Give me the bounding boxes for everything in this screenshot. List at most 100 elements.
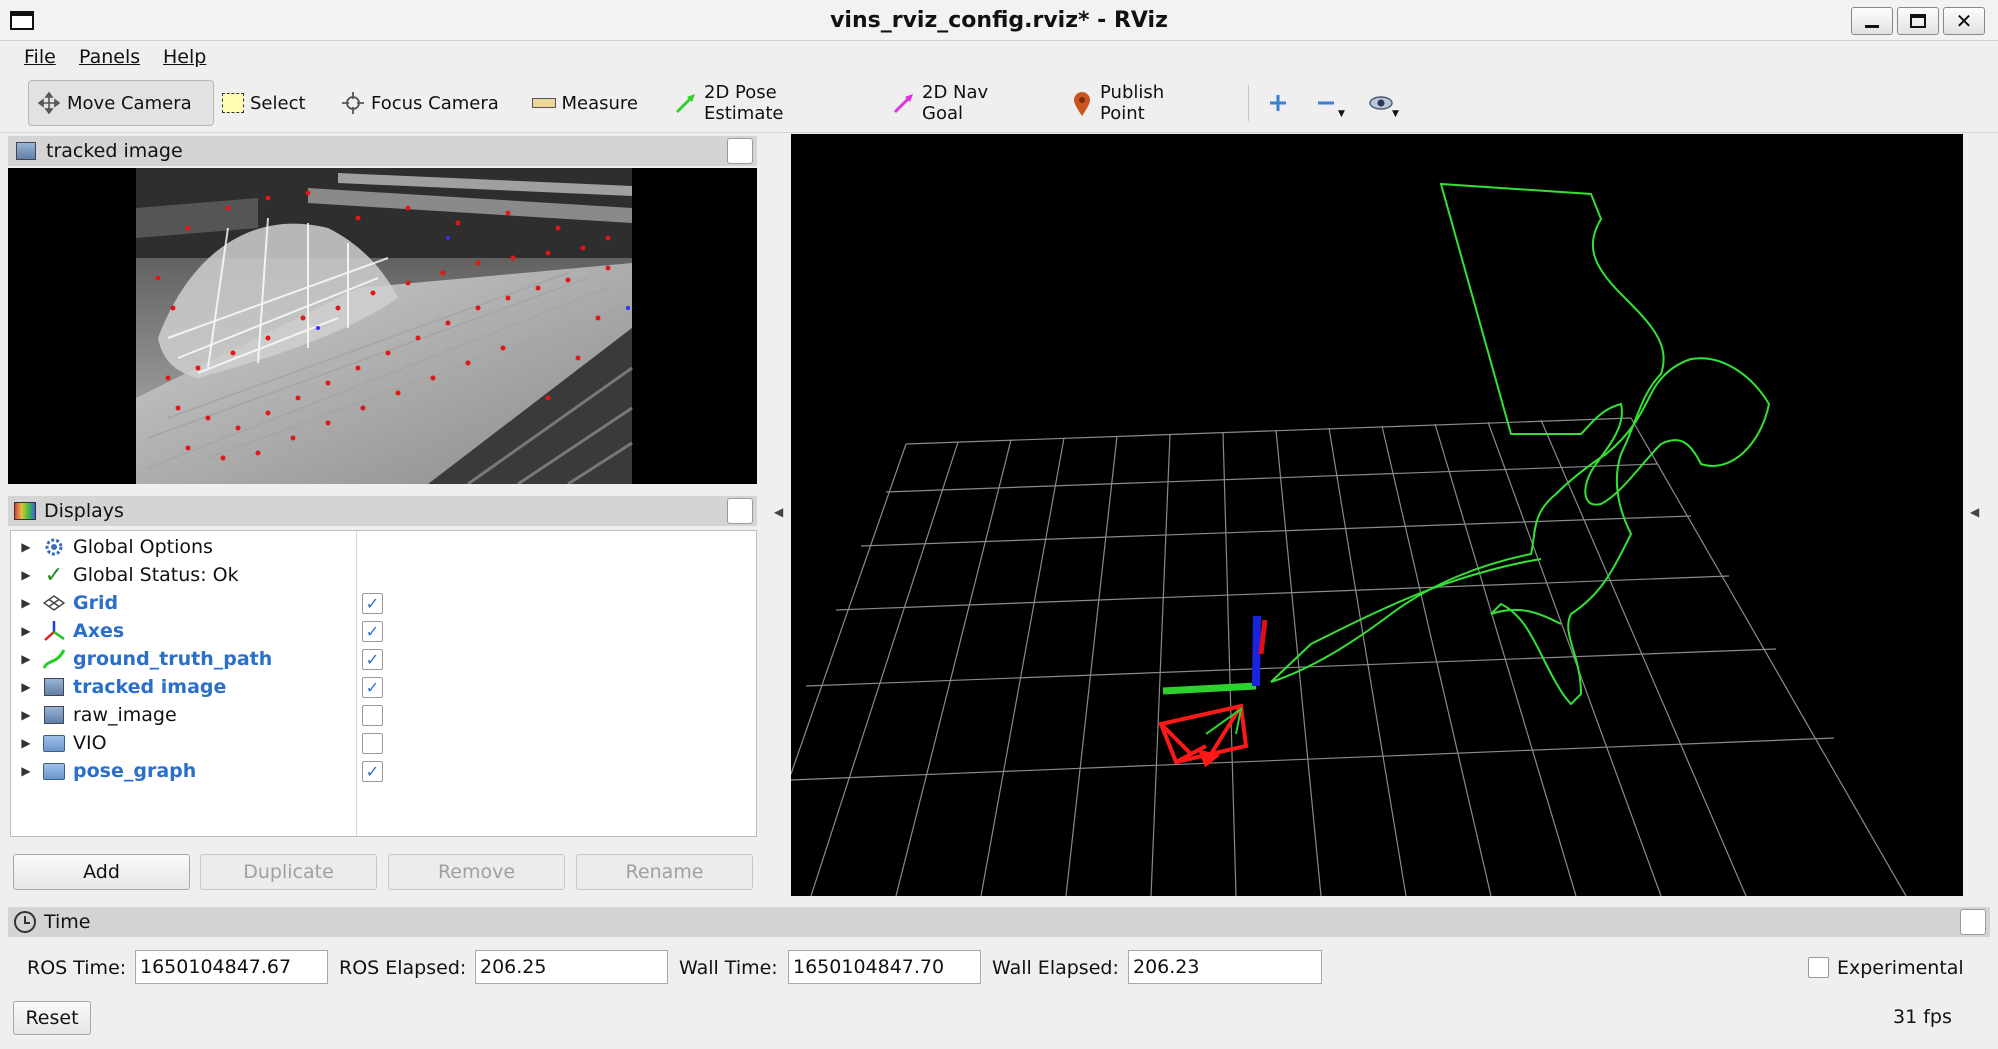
toolbar-separator bbox=[1248, 85, 1249, 121]
gear-icon bbox=[41, 535, 67, 559]
remove-tool-button[interactable]: ▼ bbox=[1310, 80, 1352, 126]
add-tool-button[interactable] bbox=[1262, 80, 1294, 126]
scene-3d bbox=[790, 182, 1907, 897]
remove-tool-icon bbox=[1314, 91, 1338, 115]
wall-elapsed-label: Wall Elapsed: bbox=[992, 957, 1119, 979]
tree-item-vio[interactable]: ▶ VIO bbox=[11, 729, 356, 757]
remove-button[interactable]: Remove bbox=[388, 854, 565, 890]
tool-focus-camera[interactable]: Focus Camera bbox=[333, 80, 508, 126]
tree-item-tracked-image[interactable]: ▶ tracked image bbox=[11, 673, 356, 701]
image-icon bbox=[41, 703, 67, 727]
expand-arrow-icon[interactable]: ▶ bbox=[11, 736, 41, 750]
ros-elapsed-field[interactable]: 206.25 bbox=[475, 950, 668, 984]
select-icon bbox=[222, 93, 244, 113]
tool-publish-point[interactable]: Publish Point bbox=[1062, 80, 1220, 126]
fps-label: 31 fps bbox=[1893, 1006, 1952, 1028]
panel-header: Time bbox=[8, 907, 1990, 937]
add-button[interactable]: Add bbox=[13, 854, 190, 890]
window-title: vins_rviz_config.rviz* - RViz bbox=[830, 8, 1168, 33]
pose-graph-checkbox[interactable]: ✓ bbox=[362, 761, 383, 782]
expand-arrow-icon[interactable]: ▶ bbox=[11, 708, 41, 722]
tool-move-camera[interactable]: Move Camera bbox=[28, 80, 214, 126]
wall-time-field[interactable]: 1650104847.70 bbox=[788, 950, 981, 984]
grid-checkbox[interactable]: ✓ bbox=[362, 593, 383, 614]
panel-undock-button[interactable] bbox=[727, 138, 753, 164]
expand-arrow-icon[interactable]: ▶ bbox=[11, 624, 41, 638]
chevron-down-icon: ▼ bbox=[1338, 109, 1345, 119]
experimental-label: Experimental bbox=[1837, 957, 1964, 979]
panel-header: Displays bbox=[8, 496, 757, 526]
minimize-icon bbox=[1865, 24, 1879, 28]
tree-item-raw-image[interactable]: ▶ raw_image bbox=[11, 701, 356, 729]
experimental-checkbox[interactable] bbox=[1808, 957, 1829, 978]
panel-title: Displays bbox=[44, 500, 124, 522]
toolbar: Move Camera Select Focus Camera Measure … bbox=[0, 73, 1998, 133]
duplicate-button[interactable]: Duplicate bbox=[200, 854, 377, 890]
tracked-image bbox=[136, 168, 633, 484]
wall-elapsed-field[interactable]: 206.23 bbox=[1128, 950, 1322, 984]
tool-select[interactable]: Select bbox=[214, 80, 314, 126]
wall-time-label: Wall Time: bbox=[679, 957, 778, 979]
raw-image-checkbox[interactable] bbox=[362, 705, 383, 726]
ros-time-field[interactable]: 1650104847.67 bbox=[135, 950, 328, 984]
menu-file[interactable]: File bbox=[24, 41, 56, 73]
publish-point-icon bbox=[1070, 91, 1094, 116]
panel-header: tracked image bbox=[8, 136, 757, 166]
column-divider bbox=[356, 531, 357, 836]
tree-item-ground-truth-path[interactable]: ▶ ground_truth_path bbox=[11, 645, 356, 673]
menu-panels[interactable]: Panels bbox=[79, 41, 140, 73]
tree-item-grid[interactable]: ▶ Grid bbox=[11, 589, 356, 617]
displays-tree: ▶ Global Options ▶ ✓ Global Status: Ok ▶… bbox=[10, 530, 757, 837]
tracked-image-view bbox=[8, 168, 757, 484]
panel-undock-button[interactable] bbox=[727, 498, 753, 524]
collapse-left-icon[interactable]: ◀ bbox=[774, 505, 783, 519]
menu-bar: File Panels Help bbox=[0, 41, 1998, 73]
folder-icon bbox=[41, 759, 67, 783]
minimize-button[interactable] bbox=[1851, 7, 1893, 35]
clock-icon bbox=[14, 911, 36, 933]
tree-item-axes[interactable]: ▶ Axes bbox=[11, 617, 356, 645]
expand-arrow-icon[interactable]: ▶ bbox=[11, 568, 41, 582]
ground-truth-path bbox=[1270, 182, 1771, 706]
tree-item-pose-graph[interactable]: ▶ pose_graph bbox=[11, 757, 356, 785]
view-button[interactable]: ▼ bbox=[1364, 80, 1410, 126]
ros-time-label: ROS Time: bbox=[27, 957, 127, 979]
panel-undock-button[interactable] bbox=[1960, 909, 1986, 935]
expand-arrow-icon[interactable]: ▶ bbox=[11, 764, 41, 778]
collapse-right-icon[interactable]: ◀ bbox=[1970, 505, 1979, 519]
tracked-image-checkbox[interactable]: ✓ bbox=[362, 677, 383, 698]
close-button[interactable]: ✕ bbox=[1943, 7, 1985, 35]
expand-arrow-icon[interactable]: ▶ bbox=[11, 540, 41, 554]
folder-icon bbox=[41, 731, 67, 755]
menu-help[interactable]: Help bbox=[163, 41, 206, 73]
rename-button[interactable]: Rename bbox=[576, 854, 753, 890]
image-icon bbox=[41, 675, 67, 699]
title-bar: vins_rviz_config.rviz* - RViz ✕ bbox=[0, 0, 1998, 41]
vio-checkbox[interactable] bbox=[362, 733, 383, 754]
tree-item-global-options[interactable]: ▶ Global Options bbox=[11, 533, 356, 561]
render-view-3d[interactable] bbox=[790, 134, 1963, 897]
panel-title: tracked image bbox=[46, 140, 183, 162]
checkmark-icon: ✓ bbox=[44, 562, 64, 588]
tool-measure[interactable]: Measure bbox=[524, 80, 646, 126]
tree-item-global-status[interactable]: ▶ ✓ Global Status: Ok bbox=[11, 561, 356, 589]
maximize-button[interactable] bbox=[1897, 7, 1939, 35]
expand-arrow-icon[interactable]: ▶ bbox=[11, 652, 41, 666]
axes-checkbox[interactable]: ✓ bbox=[362, 621, 383, 642]
expand-arrow-icon[interactable]: ▶ bbox=[11, 596, 41, 610]
tool-2d-nav-goal[interactable]: 2D Nav Goal bbox=[884, 80, 1034, 126]
ground-truth-path-checkbox[interactable]: ✓ bbox=[362, 649, 383, 670]
axes-marker bbox=[1162, 615, 1268, 695]
tool-2d-pose-estimate[interactable]: 2D Pose Estimate bbox=[666, 80, 866, 126]
view-icon bbox=[1368, 91, 1393, 115]
grid bbox=[790, 417, 1907, 897]
reset-button[interactable]: Reset bbox=[13, 1001, 91, 1035]
monitor-icon bbox=[14, 502, 36, 520]
path-icon bbox=[41, 647, 67, 671]
image-icon bbox=[16, 142, 36, 160]
close-icon: ✕ bbox=[1955, 9, 1973, 33]
measure-icon bbox=[532, 98, 556, 108]
expand-arrow-icon[interactable]: ▶ bbox=[11, 680, 41, 694]
focus-camera-icon bbox=[341, 91, 365, 115]
grid-icon bbox=[41, 591, 67, 615]
